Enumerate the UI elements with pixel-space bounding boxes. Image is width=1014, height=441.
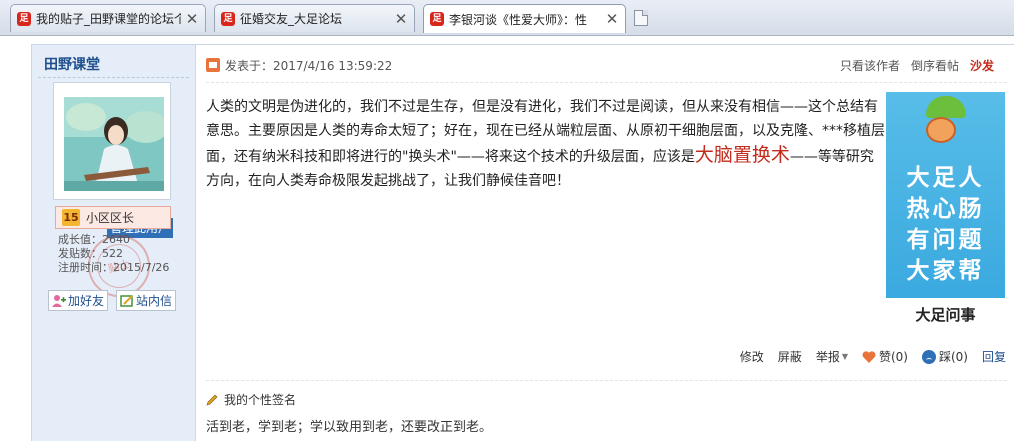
- close-icon[interactable]: ✕: [394, 10, 408, 28]
- divider: [206, 380, 1007, 381]
- tab-current-thread[interactable]: 足 李银河谈《性爱大师》：性 ✕: [423, 4, 626, 33]
- umbrella-icon: [926, 96, 966, 118]
- floor-label: 沙发: [969, 59, 994, 73]
- mascot-icon: [926, 117, 956, 143]
- message-icon: [120, 294, 133, 307]
- block-button[interactable]: 屏蔽: [778, 348, 802, 365]
- tab-title: 李银河谈《性爱大师》：性: [449, 12, 588, 27]
- ad-banner[interactable]: 大足人 热心肠 有问题 大家帮 大足问事: [886, 92, 1005, 333]
- forum-favicon-icon: 足: [221, 11, 235, 26]
- new-tab-icon[interactable]: [634, 10, 648, 26]
- level-number: 15: [62, 209, 80, 226]
- heart-icon: [862, 350, 876, 363]
- tab-dating[interactable]: 足 征婚交友_大足论坛 ✕: [214, 4, 415, 32]
- signature-text: 活到老，学到老；学以致用到老，还要改正到老。: [206, 420, 493, 435]
- post-header-links: 只看该作者 倒序看帖 沙发: [840, 57, 994, 74]
- caret-down-icon: ▼: [841, 352, 848, 361]
- post-date: 发表于：2017/4/16 13:59:22: [225, 58, 393, 73]
- post-content: 人类的文明是伪进化的，我们不过是生存，但是没有进化，我们不过是阅读，但从来没有相…: [206, 95, 886, 193]
- author-name[interactable]: 田野课堂: [44, 54, 100, 74]
- ad-line: 大足人: [906, 165, 985, 191]
- message-button[interactable]: 站内信: [116, 290, 177, 311]
- dislike-button[interactable]: 踩(0): [921, 348, 968, 365]
- dislike-label: 踩(0): [938, 350, 968, 364]
- report-button[interactable]: 举报 ▼: [816, 348, 848, 365]
- author-only-link[interactable]: 只看该作者: [840, 57, 900, 74]
- post-count: 发贴数：522: [58, 247, 123, 260]
- divider: [38, 77, 189, 78]
- level-name: 小区区长: [86, 211, 135, 225]
- pencil-icon: [206, 394, 218, 405]
- register-date: 注册时间：2015/7/26: [58, 261, 170, 274]
- user-stats: 成长值：2640 发贴数：522 注册时间：2015/7/26: [58, 233, 169, 275]
- thread-post-frame: 田野课堂 管理此用户 15 小区区长: [31, 44, 1014, 441]
- ad-footer: 大足问事: [886, 298, 1005, 333]
- post-highlight: 大脑置换术: [694, 144, 790, 166]
- author-sidebar: 田野课堂 管理此用户 15 小区区长: [32, 45, 196, 441]
- signature-heading: 我的个性签名: [206, 391, 296, 408]
- forum-favicon-icon: 足: [17, 11, 31, 26]
- forum-favicon-icon: 足: [430, 12, 444, 26]
- reverse-order-link[interactable]: 倒序看帖: [911, 57, 959, 74]
- avatar[interactable]: [64, 97, 164, 191]
- growth-value: 成长值：2640: [58, 233, 130, 246]
- calendar-icon: [206, 58, 220, 72]
- message-label: 站内信: [136, 294, 173, 308]
- edit-button[interactable]: 修改: [740, 348, 764, 365]
- post-body: 发表于：2017/4/16 13:59:22 只看该作者 倒序看帖 沙发 人类的…: [197, 45, 1014, 441]
- like-label: 赞(0): [878, 350, 908, 364]
- tab-title: 征婚交友_大足论坛: [240, 12, 343, 26]
- tab-title: 我的贴子_田野课堂的论坛个人中心: [36, 12, 181, 26]
- signature-title: 我的个性签名: [224, 393, 297, 407]
- close-icon[interactable]: ✕: [185, 10, 199, 28]
- close-icon[interactable]: ✕: [605, 10, 619, 28]
- reply-button[interactable]: 回复: [982, 348, 1006, 365]
- ad-line: 大家帮: [906, 258, 985, 284]
- add-friend-icon: [52, 294, 66, 307]
- user-level-badge: 15 小区区长: [55, 206, 171, 229]
- add-friend-label: 加好友: [68, 294, 105, 308]
- browser-tab-strip: 足 我的贴子_田野课堂的论坛个人中心 ✕ 足 征婚交友_大足论坛 ✕ 足 李银河…: [0, 0, 1014, 36]
- tab-my-posts[interactable]: 足 我的贴子_田野课堂的论坛个人中心 ✕: [10, 4, 206, 32]
- avatar-frame: 管理此用户: [53, 82, 173, 238]
- frown-icon: [921, 349, 936, 364]
- ad-line: 有问题: [906, 227, 985, 253]
- ad-line: 热心肠: [906, 196, 985, 222]
- like-button[interactable]: 赞(0): [862, 348, 908, 365]
- add-friend-button[interactable]: 加好友: [48, 290, 109, 311]
- divider: [206, 82, 1007, 83]
- post-actions: 修改 屏蔽 举报 ▼ 赞(0) 踩(0) 回复: [726, 348, 1006, 365]
